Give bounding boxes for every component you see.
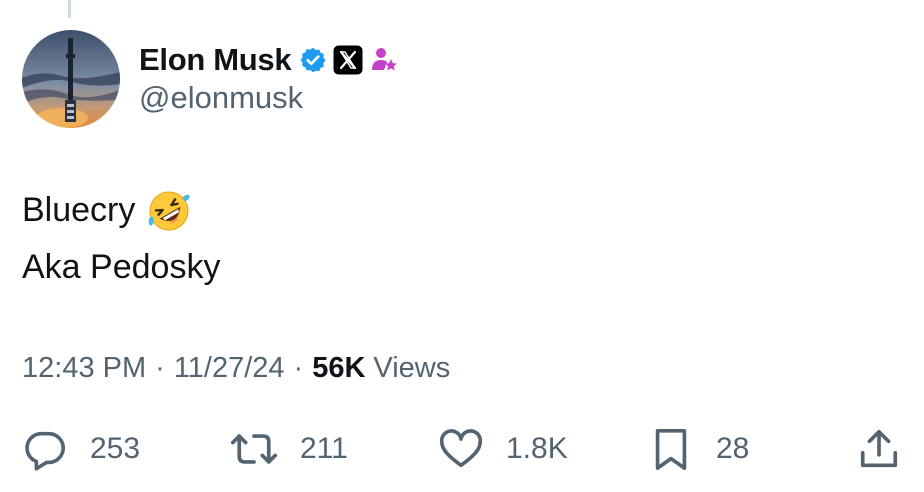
tweet-time[interactable]: 12:43 PM xyxy=(22,352,146,385)
author-handle[interactable]: @elonmusk xyxy=(139,80,303,116)
views-count[interactable]: 56K xyxy=(312,352,365,385)
heart-icon xyxy=(439,429,483,468)
avatar-starship-image xyxy=(22,30,120,128)
bookmark-count: 28 xyxy=(716,432,750,465)
like-count: 1.8K xyxy=(506,432,568,465)
tweet-text-line-2: Aka Pedosky xyxy=(22,248,221,286)
views-label[interactable]: Views xyxy=(373,352,450,385)
tweet-text-line-1: Bluecry xyxy=(22,191,136,229)
meta-separator: · xyxy=(155,352,165,384)
author-name-row: Elon Musk xyxy=(139,38,399,82)
verified-check-icon[interactable] xyxy=(299,46,327,74)
repost-button[interactable]: 211 xyxy=(230,424,348,474)
tweet-line-2: Aka Pedosky xyxy=(22,239,220,296)
reply-count: 253 xyxy=(90,432,141,465)
x-affiliate-badge-icon[interactable] xyxy=(333,45,363,75)
tweet-action-bar: 253 211 1.8K 28 xyxy=(22,424,902,474)
repost-count: 211 xyxy=(300,432,348,465)
tweet-metadata: 12:43 PM · 11/27/24 · 56K Views xyxy=(22,352,450,385)
tweet-line-1: Bluecry xyxy=(22,182,220,239)
bookmark-button[interactable]: 28 xyxy=(648,424,749,474)
like-button[interactable]: 1.8K xyxy=(438,424,568,474)
person-star-icon xyxy=(369,45,399,75)
meta-separator: · xyxy=(293,352,304,384)
reply-button[interactable]: 253 xyxy=(22,424,140,474)
repost-icon xyxy=(230,434,278,464)
rolling-on-floor-laughing-emoji xyxy=(147,189,191,233)
thread-connector-line xyxy=(68,0,71,18)
tweet-body: Bluecry Aka Pedosky xyxy=(22,182,220,296)
share-button[interactable] xyxy=(856,424,902,474)
avatar[interactable] xyxy=(22,30,120,128)
share-icon xyxy=(860,429,898,468)
author-display-name[interactable]: Elon Musk xyxy=(139,42,292,78)
reply-icon xyxy=(25,431,65,471)
bookmark-icon xyxy=(655,428,687,470)
tweet-date[interactable]: 11/27/24 xyxy=(174,352,285,385)
